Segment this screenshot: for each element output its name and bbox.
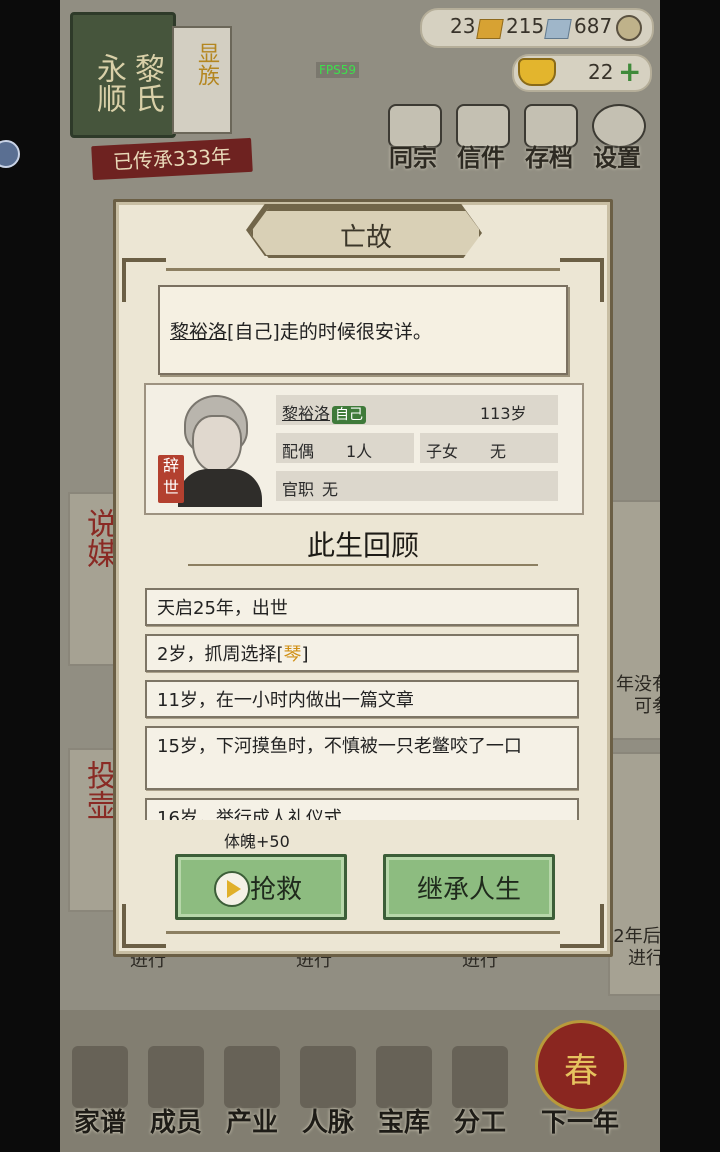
profile-name-row: 黎裕洛 自己 113岁: [276, 395, 558, 425]
life-event-text: 15岁，下河摸鱼时，不慎被一只老鳖咬了一口: [157, 736, 522, 757]
children-label: 子女: [426, 442, 459, 461]
life-event: 15岁，下河摸鱼时，不慎被一只老鳖咬了一口: [145, 726, 579, 790]
zhuazhou-choice: 琴: [283, 644, 302, 665]
office-label: 官职: [282, 480, 315, 499]
death-message: 黎裕洛[自己]走的时候很安详。: [170, 317, 432, 344]
corner-ornament: [560, 904, 604, 948]
dialog-title: 亡故: [339, 223, 392, 253]
life-event-text: 2岁，抓周选择[琴]: [157, 642, 567, 668]
life-event-text: 16岁，举行成人礼仪式: [157, 808, 342, 820]
death-message-text: [自己]走的时候很安详。: [227, 321, 432, 343]
profile-name-wrap: 黎裕洛 自己: [282, 400, 367, 424]
life-event: 天启25年，出世: [145, 588, 579, 626]
play-video-icon: [214, 871, 250, 907]
life-event-text: 天启25年，出世: [157, 598, 288, 619]
divider-line: [166, 931, 560, 934]
dialog-title-plate: 亡故: [250, 208, 482, 258]
review-divider: [188, 564, 538, 566]
children-value: 无: [490, 442, 507, 461]
divider-line: [166, 268, 560, 271]
life-events-list[interactable]: 天启25年，出世 2岁，抓周选择[琴] 11岁，在一小时内做出一篇文章 15岁，…: [145, 588, 579, 820]
corner-ornament: [122, 904, 166, 948]
death-dialog: 亡故 黎裕洛[自己]走的时候很安详。 辞世 黎裕洛 自己 113岁 配偶 1人 子…: [113, 199, 613, 957]
portrait-robe: [178, 469, 262, 507]
office-row: 官职 无: [276, 471, 558, 501]
physique-bonus: 体魄+50: [224, 832, 290, 851]
death-message-box: 黎裕洛[自己]走的时候很安详。: [158, 285, 568, 375]
profile-card: 辞世 黎裕洛 自己 113岁 配偶 1人 子女 无 官职 无: [144, 383, 584, 515]
spouse-label: 配偶: [282, 442, 315, 461]
rescue-button[interactable]: 抢救: [175, 854, 347, 920]
deceased-seal: 辞世: [158, 455, 184, 503]
portrait-face: [192, 415, 242, 473]
deceased-name-link[interactable]: 黎裕洛: [170, 321, 227, 343]
life-event-pre: 2岁，抓周选择[: [157, 644, 284, 665]
spouse-row: 配偶 1人: [276, 433, 414, 463]
floating-assist-icon[interactable]: [0, 140, 20, 168]
life-event: 11岁，在一小时内做出一篇文章: [145, 680, 579, 718]
inherit-life-button[interactable]: 继承人生: [383, 854, 555, 920]
life-event-text: 11岁，在一小时内做出一篇文章: [157, 690, 414, 711]
life-event: 2岁，抓周选择[琴]: [145, 634, 579, 672]
profile-age: 113岁: [480, 404, 527, 423]
children-row: 子女 无: [420, 433, 558, 463]
life-review-title: 此生回顾: [306, 529, 419, 562]
inherit-label: 继承人生: [416, 875, 521, 905]
life-event-post: ]: [301, 644, 309, 665]
profile-name[interactable]: 黎裕洛: [282, 404, 330, 423]
office-value: 无: [322, 480, 339, 499]
spouse-value: 1人: [346, 442, 373, 461]
life-event: 16岁，举行成人礼仪式: [145, 798, 579, 820]
self-tag: 自己: [332, 406, 367, 424]
rescue-label: 抢救: [250, 875, 303, 905]
